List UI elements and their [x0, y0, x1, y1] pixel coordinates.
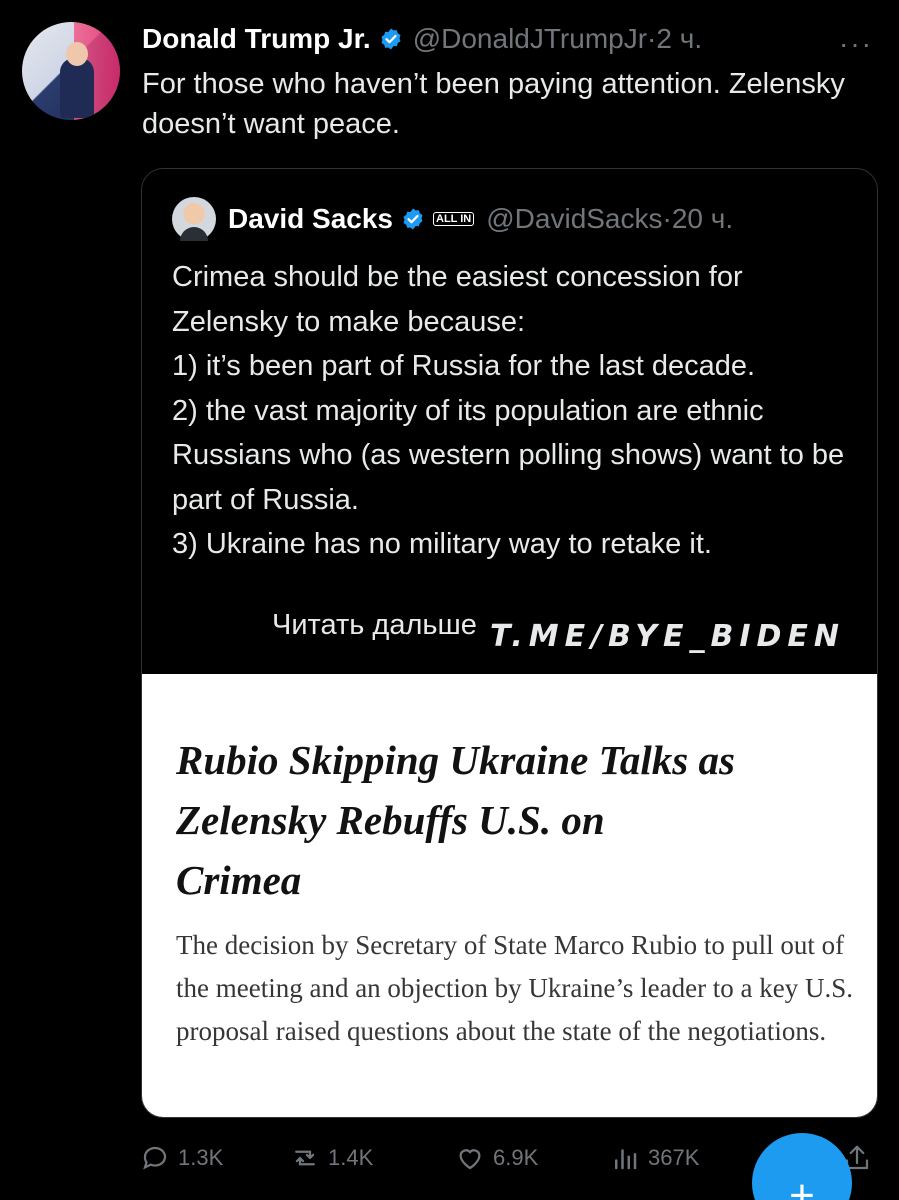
- quoted-post[interactable]: David Sacks ALL IN @DavidSacks · 20 ч. C…: [141, 168, 878, 1118]
- reply-count: 1.3K: [178, 1145, 224, 1170]
- post-text: For those who haven’t been paying attent…: [142, 68, 845, 140]
- quote-author-handle[interactable]: @DavidSacks: [486, 203, 662, 235]
- post-time[interactable]: 2 ч.: [656, 23, 702, 55]
- quote-avatar[interactable]: [172, 197, 216, 241]
- author-name[interactable]: Donald Trump Jr.: [142, 23, 371, 55]
- quote-header: David Sacks ALL IN @DavidSacks · 20 ч.: [172, 197, 734, 241]
- like-icon: [459, 1149, 481, 1170]
- avatar-head: [66, 42, 88, 66]
- quote-time: 20 ч.: [671, 203, 734, 234]
- author-avatar[interactable]: [22, 22, 120, 120]
- like-count: 6.9K: [493, 1145, 539, 1170]
- compose-icon: +: [789, 1171, 815, 1200]
- avatar-figure: [60, 58, 94, 118]
- verified-icon: [403, 208, 423, 230]
- like-button[interactable]: 6.9K: [455, 1143, 538, 1173]
- article-image[interactable]: Rubio Skipping Ukraine Talks as Zelensky…: [142, 674, 877, 1117]
- views-icon: [615, 1149, 637, 1170]
- quote-text: Crimea should be the easiest concession …: [172, 261, 845, 560]
- repost-button[interactable]: 1.4K: [290, 1143, 373, 1173]
- post-header: Donald Trump Jr. @DonaldJTrumpJr · 2 ч.: [142, 22, 702, 56]
- quote-author-name[interactable]: David Sacks: [228, 203, 393, 235]
- read-more-link[interactable]: Читать дальше: [272, 609, 477, 642]
- article-headline: Rubio Skipping Ukraine Talks as Zelensky…: [176, 737, 735, 903]
- repost-count: 1.4K: [328, 1145, 374, 1170]
- author-handle[interactable]: @DonaldJTrumpJr: [413, 23, 647, 55]
- article-summary: The decision by Secretary of State Marco…: [176, 930, 854, 1046]
- reply-icon: [143, 1146, 167, 1170]
- reply-button[interactable]: 1.3K: [140, 1143, 223, 1173]
- view-count: 367K: [648, 1145, 700, 1170]
- more-icon[interactable]: ···: [839, 28, 873, 60]
- repost-icon: [295, 1150, 315, 1166]
- verified-icon: [381, 28, 401, 50]
- header-separator: ·: [647, 23, 657, 54]
- quote-header-separator: ·: [662, 203, 672, 234]
- affiliation-badge: ALL IN: [433, 212, 475, 226]
- watermark: T.ME/BYE_BIDEN: [489, 619, 845, 654]
- views-button[interactable]: 367K: [610, 1143, 699, 1173]
